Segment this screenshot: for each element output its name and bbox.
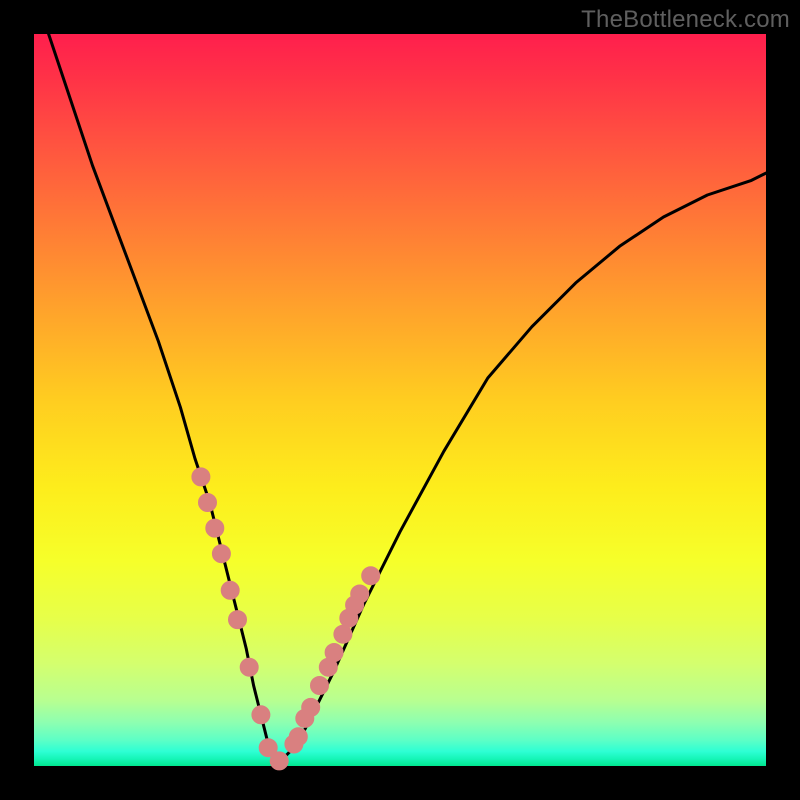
marker-cluster-right	[285, 567, 380, 753]
watermark-text: TheBottleneck.com	[581, 6, 790, 34]
marker-cluster-left	[192, 468, 288, 770]
curve-layer	[34, 34, 766, 766]
plot-area	[34, 34, 766, 766]
chart-container: TheBottleneck.com	[0, 0, 800, 800]
bottleneck-curve	[49, 34, 766, 759]
